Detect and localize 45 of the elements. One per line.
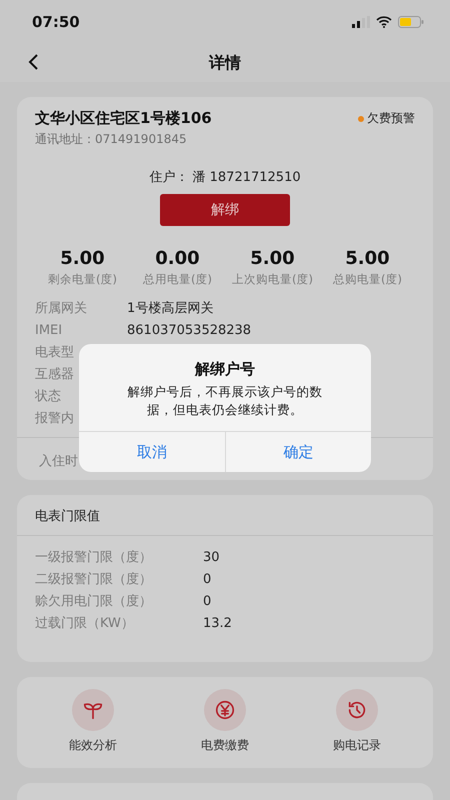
threshold-value: 13.2 xyxy=(203,616,233,630)
dialog-title: 解绑户号 xyxy=(195,360,255,379)
detail-value: 1号楼高层网关 xyxy=(127,300,214,317)
action-button[interactable]: 购电记录 xyxy=(291,689,423,754)
stat-label: 总用电量(度) xyxy=(143,272,212,287)
dialog-message: 解绑户号后，不再展示该户号的数据，但电表仍会继续计费。 xyxy=(126,383,324,419)
stat-label: 上次购电量(度) xyxy=(232,272,313,287)
detail-label: 所属网关 xyxy=(35,300,87,317)
stat-value: 5.00 xyxy=(250,248,295,269)
threshold-label: 过载门限（KW） xyxy=(35,615,134,632)
stat-label: 剩余电量(度) xyxy=(48,272,117,287)
detail-label: 互感器 xyxy=(35,366,74,383)
unbind-button[interactable]: 解绑 xyxy=(160,194,290,226)
cancel-button[interactable]: 取消 xyxy=(79,432,225,472)
status-time: 07:50 xyxy=(32,13,80,31)
stat-label: 总购电量(度) xyxy=(333,272,402,287)
threshold-label: 二级报警门限（度） xyxy=(35,571,152,588)
threshold-label: 一级报警门限（度） xyxy=(35,549,152,566)
alert-label: 欠费预警 xyxy=(367,110,415,127)
detail-label: 状态 xyxy=(35,388,61,405)
battery-icon xyxy=(398,16,424,28)
address-text: 通讯地址：071491901845 xyxy=(35,132,187,146)
stat-value: 0.00 xyxy=(155,248,200,269)
threshold-label: 赊欠用电门限（度） xyxy=(35,593,152,610)
detail-value: 861037053528238 xyxy=(127,322,252,338)
action-button[interactable]: 电费缴费 xyxy=(159,689,291,754)
yuan-coin-icon xyxy=(214,699,236,721)
signal-icon xyxy=(352,16,370,28)
action-button[interactable]: 能效分析 xyxy=(27,689,159,754)
detail-label: 报警内 xyxy=(35,410,74,427)
resident-text: 住户： 潘 18721712510 xyxy=(149,169,301,186)
stat-value: 5.00 xyxy=(60,248,105,269)
detail-label: 电表型 xyxy=(35,344,74,361)
stat-value: 5.00 xyxy=(345,248,390,269)
wifi-icon xyxy=(376,16,392,28)
meter-title: 文华小区住宅区1号楼106 xyxy=(35,109,212,128)
confirm-button[interactable]: 确定 xyxy=(225,432,371,472)
threshold-value: 30 xyxy=(203,550,221,564)
move-in-label: 入住时 xyxy=(38,454,78,469)
page-title: 详情 xyxy=(209,52,241,74)
threshold-value: 0 xyxy=(203,594,212,608)
threshold-value: 0 xyxy=(203,572,212,586)
threshold-title: 电表门限值 xyxy=(35,509,100,524)
history-clock-icon xyxy=(346,699,368,721)
detail-label: IMEI xyxy=(35,322,62,338)
